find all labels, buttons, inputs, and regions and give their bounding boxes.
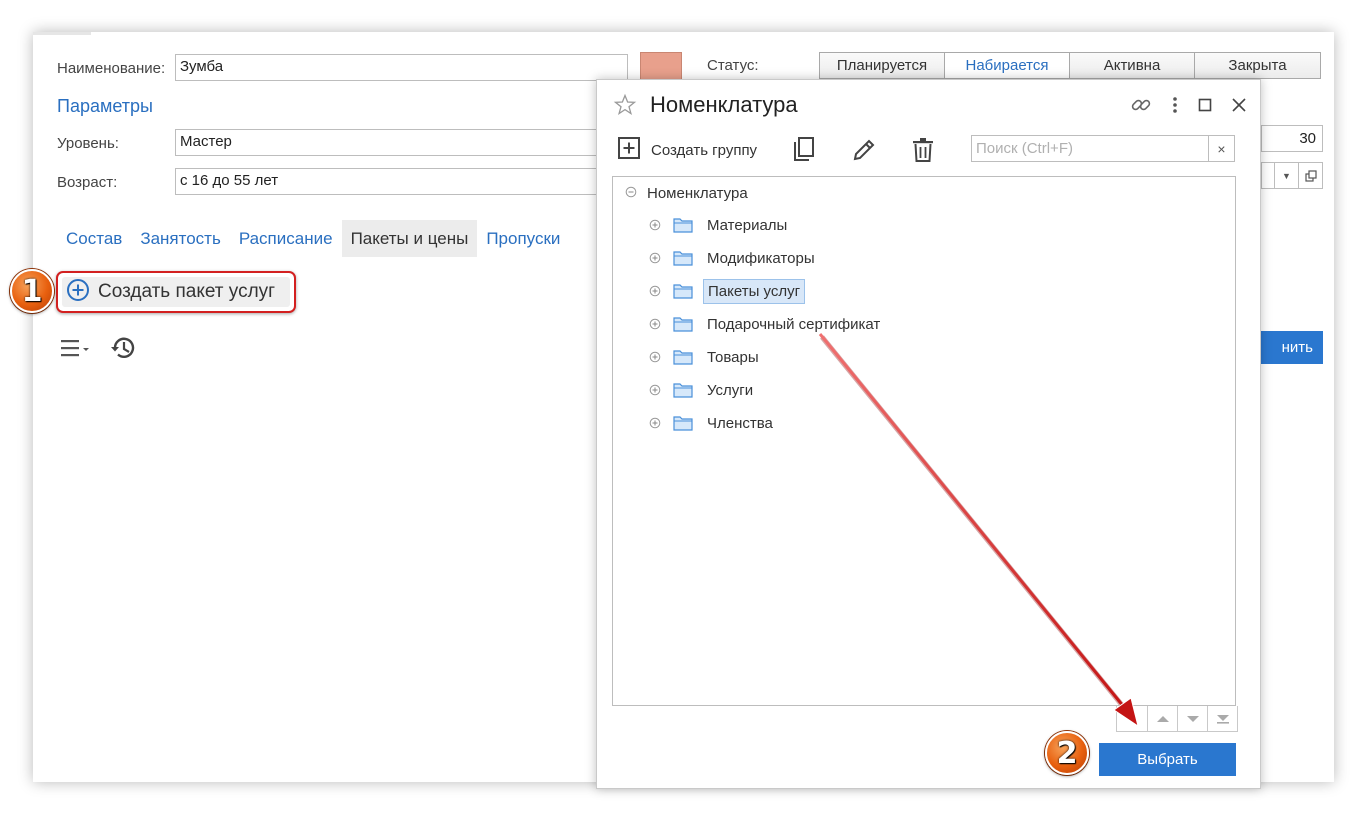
status-selector: Планируется Набирается Активна Закрыта	[819, 52, 1321, 79]
nav-up-button[interactable]	[1147, 706, 1177, 731]
name-field[interactable]: Зумба	[175, 54, 628, 81]
nav-down-button[interactable]	[1177, 706, 1207, 731]
tree-item-label: Членства	[707, 414, 773, 432]
folder-icon	[673, 217, 693, 233]
delete-icon[interactable]	[911, 137, 935, 163]
tree-item-label: Модификаторы	[707, 249, 815, 267]
level-label: Уровень:	[57, 135, 119, 152]
create-package-label: Создать пакет услуг	[98, 281, 276, 302]
name-label: Наименование:	[57, 60, 166, 77]
expand-icon[interactable]	[649, 384, 661, 396]
nav-blank-button[interactable]	[1117, 706, 1147, 731]
level-field[interactable]: Мастер	[175, 129, 605, 156]
tab-bar: Состав Занятость Расписание Пакеты и цен…	[57, 220, 569, 257]
more-icon[interactable]	[1172, 96, 1178, 118]
status-closed-button[interactable]: Закрыта	[1195, 53, 1320, 78]
step-2-badge: 2	[1045, 731, 1089, 775]
color-swatch[interactable]	[640, 52, 682, 82]
tree-item[interactable]: Услуги	[649, 377, 757, 403]
tab-composition[interactable]: Состав	[57, 220, 131, 257]
search-clear-button[interactable]: ×	[1208, 136, 1234, 161]
tree-item[interactable]: Модификаторы	[649, 245, 819, 271]
create-group-button[interactable]: Создать группу	[617, 136, 757, 164]
status-active-button[interactable]: Активна	[1070, 53, 1195, 78]
dialog-toolbar: Создать группу	[617, 134, 935, 166]
open-icon[interactable]	[1298, 163, 1322, 188]
history-icon[interactable]	[109, 334, 137, 366]
create-package-button[interactable]: Создать пакет услуг	[56, 271, 296, 313]
tree-item-selected[interactable]: Пакеты услуг	[649, 278, 806, 304]
expand-icon[interactable]	[649, 351, 661, 363]
tab-schedule[interactable]: Расписание	[230, 220, 342, 257]
step-1-badge: 1	[10, 269, 54, 313]
folder-icon	[673, 349, 693, 365]
dialog-title: Номенклатура	[650, 92, 798, 117]
select-button[interactable]: Выбрать	[1099, 743, 1236, 776]
top-tab-stub	[33, 32, 91, 35]
folder-icon	[673, 382, 693, 398]
star-icon[interactable]	[613, 93, 637, 121]
search-input[interactable]	[972, 136, 1208, 161]
tab-packages-prices[interactable]: Пакеты и цены	[341, 220, 478, 257]
tree-item-label: Услуги	[707, 381, 754, 399]
plus-square-icon	[617, 136, 641, 164]
tree-root[interactable]: Номенклатура	[625, 185, 748, 202]
right-action-button[interactable]: нить	[1251, 331, 1323, 364]
age-label: Возраст:	[57, 174, 118, 191]
age-field[interactable]: с 16 до 55 лет	[175, 168, 605, 195]
dialog-controls	[1130, 94, 1246, 120]
maximize-icon[interactable]	[1198, 98, 1212, 116]
expand-icon[interactable]	[649, 219, 661, 231]
nomenclature-tree: Номенклатура Материалы Модификаторы Паке…	[612, 176, 1236, 706]
tree-nav-buttons	[1116, 706, 1238, 732]
nomenclature-dialog: Номенклатура Создать группу Поиск (Ctrl+…	[596, 79, 1261, 789]
expand-icon[interactable]	[649, 252, 661, 264]
dropdown-arrow-icon[interactable]: ▼	[1274, 163, 1298, 188]
folder-icon	[673, 283, 693, 299]
collapse-icon[interactable]	[625, 185, 637, 202]
expand-icon[interactable]	[649, 318, 661, 330]
right-combo[interactable]: ▼	[1261, 162, 1323, 189]
close-icon[interactable]	[1232, 98, 1246, 116]
tree-item-label: Материалы	[707, 216, 788, 234]
expand-icon[interactable]	[649, 285, 661, 297]
status-recruiting-button[interactable]: Набирается	[945, 53, 1070, 78]
tab-absences[interactable]: Пропуски	[477, 220, 569, 257]
folder-icon	[673, 316, 693, 332]
copy-icon[interactable]	[791, 136, 817, 164]
tree-item-label: Подарочный сертификат	[707, 315, 881, 333]
tree-item[interactable]: Товары	[649, 344, 763, 370]
link-icon[interactable]	[1130, 94, 1152, 120]
expand-icon[interactable]	[649, 417, 661, 429]
folder-icon	[673, 250, 693, 266]
tree-item[interactable]: Членства	[649, 410, 777, 436]
tree-item-label: Товары	[707, 348, 759, 366]
menu-icon[interactable]	[59, 336, 91, 364]
tree-root-label: Номенклатура	[647, 185, 748, 202]
folder-icon	[673, 415, 693, 431]
tree-item[interactable]: Материалы	[649, 212, 791, 238]
status-planned-button[interactable]: Планируется	[820, 53, 945, 78]
number-field[interactable]: 30	[1261, 125, 1323, 152]
nav-last-button[interactable]	[1207, 706, 1237, 731]
tab-occupancy[interactable]: Занятость	[131, 220, 230, 257]
search-box: ×	[971, 135, 1235, 162]
params-link[interactable]: Параметры	[57, 96, 153, 117]
create-group-label: Создать группу	[651, 141, 758, 159]
list-toolbar	[59, 334, 137, 366]
status-label: Статус:	[707, 57, 759, 74]
edit-icon[interactable]	[851, 137, 877, 163]
plus-circle-icon	[66, 278, 90, 306]
tree-item[interactable]: Подарочный сертификат	[649, 311, 884, 337]
tree-item-label: Пакеты услуг	[703, 278, 806, 304]
